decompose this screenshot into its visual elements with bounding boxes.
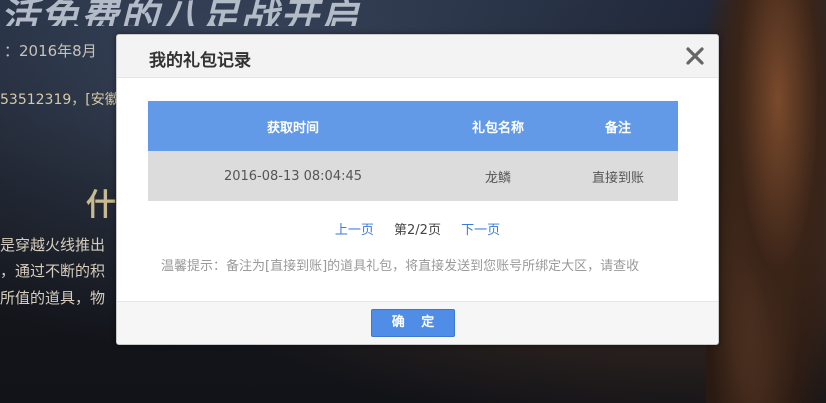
cell-gift-name: 龙鳞 <box>438 151 558 201</box>
background-body-line: 所值的道具，物 <box>0 289 106 307</box>
background-body-line: 是穿越火线推出 <box>0 236 106 254</box>
confirm-button[interactable]: 确 定 <box>371 309 455 337</box>
page-indicator: 第2/2页 <box>394 223 441 238</box>
dialog-title: 我的礼包记录 <box>149 51 251 71</box>
background-character-art <box>706 0 826 403</box>
background-body-line: ，通过不断的积 <box>0 262 106 280</box>
pagination: 上一页 第2/2页 下一页 <box>117 219 718 238</box>
gift-record-table: 获取时间 礼包名称 备注 2016-08-13 08:04:45 龙鳞 直接到账 <box>148 101 678 201</box>
column-header-gift-name: 礼包名称 <box>438 101 558 151</box>
prev-page-link[interactable]: 上一页 <box>335 223 374 238</box>
tip-text: 温馨提示：备注为[直接到账]的道具礼包，将直接发送到您账号所绑定大区，请查收 <box>161 259 640 274</box>
column-header-time: 获取时间 <box>148 101 438 151</box>
cell-note: 直接到账 <box>558 151 678 201</box>
column-header-note: 备注 <box>558 101 678 151</box>
background-headline: 活免费的八足战开启 <box>0 0 361 26</box>
next-page-link[interactable]: 下一页 <box>461 223 500 238</box>
cell-time: 2016-08-13 08:04:45 <box>148 151 438 201</box>
dialog-footer: 确 定 <box>117 301 718 344</box>
dialog-header: 我的礼包记录 <box>117 35 718 78</box>
close-icon <box>682 43 708 69</box>
background-qq-text: 53512319，[安徽 <box>0 92 119 108</box>
close-button[interactable] <box>682 43 708 69</box>
gift-record-dialog: 我的礼包记录 获取时间 礼包名称 备注 2016-08-13 08:04:45 … <box>116 34 719 345</box>
background-date-text: ：2016年8月 <box>4 42 97 60</box>
table-row: 2016-08-13 08:04:45 龙鳞 直接到账 <box>148 151 678 201</box>
table-header-row: 获取时间 礼包名称 备注 <box>148 101 678 151</box>
background-section-heading: 什 <box>86 188 116 223</box>
